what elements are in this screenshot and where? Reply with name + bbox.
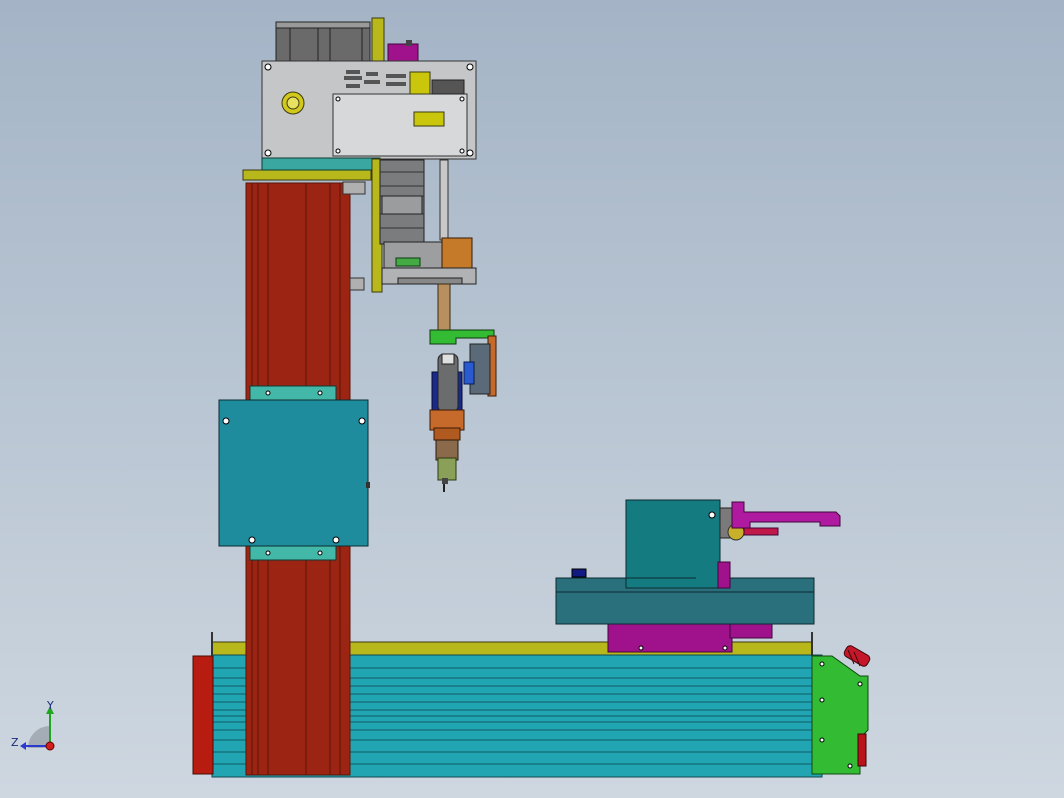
orientation-triad <box>20 706 55 751</box>
gearbox-inner-cover <box>332 93 468 157</box>
gearbox-yellow-slot <box>413 111 445 127</box>
triad-y-label: Y <box>47 699 54 712</box>
gearbox-base-plate <box>261 157 381 171</box>
top-head-assembly <box>261 17 477 171</box>
tool-green-bracket <box>429 329 495 345</box>
spindle-shaft <box>437 283 451 333</box>
column-side-tab-top <box>342 181 366 195</box>
column-top-plate <box>242 169 372 181</box>
z-orange-nut <box>441 237 473 269</box>
table-magenta-side <box>729 623 773 639</box>
table-magenta-riser <box>717 561 731 589</box>
work-table-assembly <box>555 499 841 653</box>
lead-screw <box>439 159 449 241</box>
top-magenta-sensor <box>387 43 419 63</box>
tool-chuck <box>435 439 459 461</box>
magenta-gripper-arm <box>731 501 841 529</box>
base-motor-mount <box>811 645 871 775</box>
table-small-clamp <box>571 568 587 578</box>
tool-head <box>429 329 497 492</box>
tool-clamp-orange <box>429 409 465 431</box>
machine-assembly-drawing[interactable] <box>0 0 1064 798</box>
carriage-top-bar <box>249 385 337 401</box>
table-magenta-slider <box>607 621 733 653</box>
red-end-block <box>857 733 867 767</box>
base-left-endcap <box>192 655 214 775</box>
column-side-tab-bottom <box>349 277 365 291</box>
z-axis-drive <box>371 158 477 333</box>
triad-z-arrow <box>20 742 26 750</box>
top-motor-yellow-bracket <box>371 17 385 63</box>
gripper-jaw <box>743 527 779 536</box>
triad-z-label: Z <box>11 736 19 749</box>
carriage-bottom-bar <box>249 545 337 561</box>
carriage-plate <box>218 399 369 547</box>
coupling-red <box>843 645 871 667</box>
triad-x-origin <box>45 741 55 751</box>
table-upper-box <box>625 499 721 589</box>
tool-nozzle <box>437 457 457 481</box>
cad-viewport[interactable]: Y Z <box>0 0 1064 798</box>
